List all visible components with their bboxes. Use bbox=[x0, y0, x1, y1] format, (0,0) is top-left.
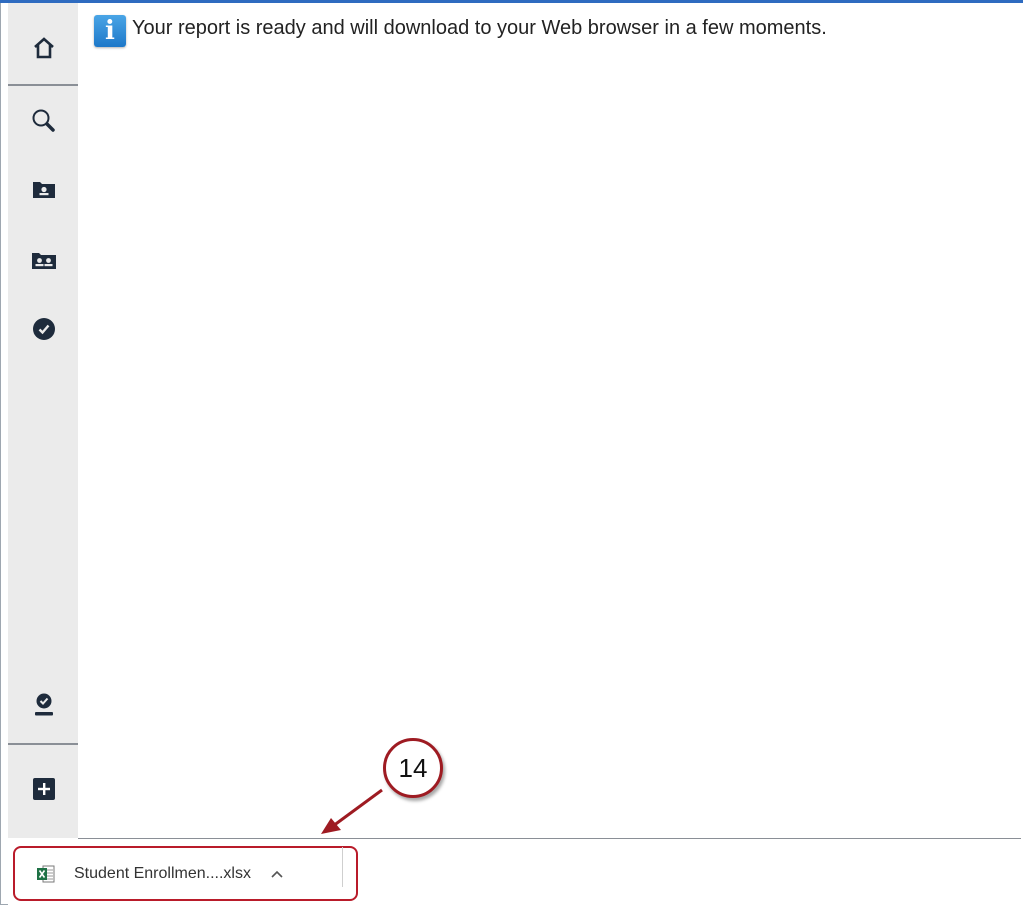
message-text: Your report is ready and will download t… bbox=[132, 17, 827, 39]
student-folder-icon[interactable] bbox=[30, 175, 58, 203]
download-filename: Student Enrollmen....xlsx bbox=[74, 864, 251, 882]
report-ready-message: i Your report is ready and will download… bbox=[94, 15, 827, 47]
sidebar-divider bbox=[8, 743, 78, 745]
download-item[interactable]: Student Enrollmen....xlsx bbox=[13, 846, 358, 901]
sidebar bbox=[8, 3, 78, 838]
chevron-up-icon[interactable] bbox=[269, 866, 285, 882]
check-circle-icon[interactable] bbox=[30, 315, 58, 343]
step-number-callout: 14 bbox=[383, 738, 443, 798]
download-shelf: Student Enrollmen....xlsx bbox=[8, 839, 1021, 905]
info-icon: i bbox=[94, 15, 126, 47]
user-check-icon[interactable] bbox=[30, 691, 58, 719]
sidebar-divider bbox=[8, 84, 78, 86]
home-icon[interactable] bbox=[30, 34, 58, 62]
main-content: i Your report is ready and will download… bbox=[78, 3, 1021, 838]
excel-file-icon bbox=[37, 864, 55, 884]
search-icon[interactable] bbox=[30, 107, 58, 135]
plus-icon[interactable] bbox=[30, 775, 58, 803]
shelf-divider bbox=[342, 847, 343, 887]
group-folder-icon[interactable] bbox=[30, 246, 58, 274]
